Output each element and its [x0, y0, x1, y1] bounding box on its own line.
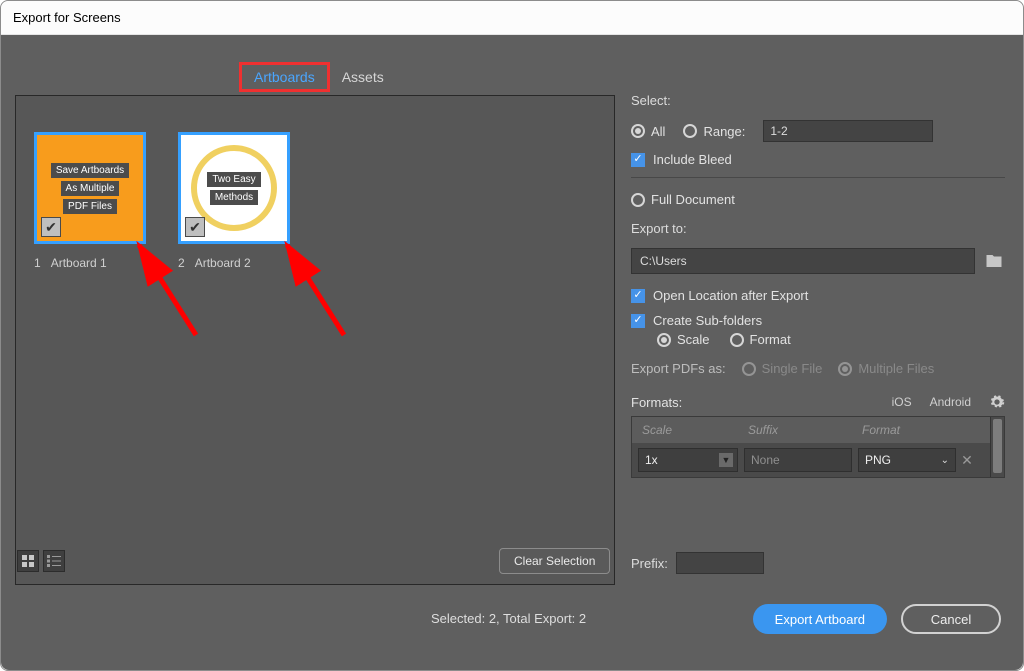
export-pdfs-as-label: Export PDFs as: — [631, 361, 726, 376]
radio-dot-icon — [838, 362, 852, 376]
radio-full-document[interactable]: Full Document — [631, 192, 1005, 207]
scale-value: 1x — [645, 453, 658, 467]
radio-all[interactable]: All — [631, 124, 665, 139]
thumb-selected-check-icon[interactable]: ✔ — [185, 217, 205, 237]
remove-format-button[interactable]: ✕ — [956, 452, 978, 469]
format-row: 1x ▼ None PNG ⌄ ✕ — [632, 443, 990, 477]
formats-heading: Formats: — [631, 395, 682, 410]
radio-dot-icon — [742, 362, 756, 376]
radio-pdf-multiple: Multiple Files — [838, 361, 934, 376]
radio-dot-icon — [631, 124, 645, 138]
radio-subfolder-scale[interactable]: Scale — [657, 332, 710, 347]
artboard-thumb-1[interactable]: Save Artboards As Multiple PDF Files ✔ — [34, 132, 146, 244]
scrollbar[interactable] — [990, 417, 1004, 477]
pdf-single-label: Single File — [762, 361, 823, 376]
tab-artboards[interactable]: Artboards — [239, 62, 330, 92]
checkbox-check-icon: ✓ — [631, 153, 645, 167]
thumb-text: Methods — [210, 190, 258, 205]
pdf-multiple-label: Multiple Files — [858, 361, 934, 376]
thumb-text: Two Easy — [207, 172, 260, 187]
create-subfolders-label: Create Sub-folders — [653, 313, 762, 328]
checkbox-check-icon: ✓ — [631, 314, 645, 328]
tab-assets[interactable]: Assets — [330, 65, 396, 89]
checkbox-open-location[interactable]: ✓ Open Location after Export — [631, 288, 1005, 303]
folder-icon[interactable] — [983, 252, 1005, 270]
col-suffix-header: Suffix — [738, 417, 852, 443]
formats-android-link[interactable]: Android — [930, 395, 971, 409]
chevron-down-icon: ▼ — [719, 453, 733, 467]
prefix-label: Prefix: — [631, 556, 668, 571]
radio-dot-icon — [631, 193, 645, 207]
thumb-label: Artboard 1 — [51, 256, 107, 270]
radio-pdf-single: Single File — [742, 361, 823, 376]
thumb-index: 1 — [34, 256, 41, 270]
cancel-button[interactable]: Cancel — [901, 604, 1001, 634]
window-title: Export for Screens — [1, 1, 1023, 35]
col-format-header: Format — [852, 417, 952, 443]
thumb-selected-check-icon[interactable]: ✔ — [41, 217, 61, 237]
format-value: PNG — [865, 453, 891, 467]
artboard-thumb-2[interactable]: Two Easy Methods ✔ — [178, 132, 290, 244]
suffix-value: None — [751, 453, 780, 467]
radio-dot-icon — [657, 333, 671, 347]
full-document-label: Full Document — [651, 192, 735, 207]
col-scale-header: Scale — [632, 417, 738, 443]
thumb-text: PDF Files — [63, 199, 117, 214]
chevron-down-icon: ⌄ — [941, 455, 949, 466]
radio-subfolder-format[interactable]: Format — [730, 332, 791, 347]
thumb-text: As Multiple — [61, 181, 120, 196]
include-bleed-label: Include Bleed — [653, 152, 732, 167]
subfolder-format-label: Format — [750, 332, 791, 347]
scale-dropdown[interactable]: 1x ▼ — [638, 448, 738, 472]
gear-icon[interactable] — [989, 394, 1005, 410]
radio-all-label: All — [651, 124, 665, 139]
export-artboard-button[interactable]: Export Artboard — [753, 604, 887, 634]
export-to-heading: Export to: — [631, 221, 1005, 236]
export-path-box[interactable]: C:\Users — [631, 248, 975, 274]
range-input[interactable] — [763, 120, 933, 142]
radio-dot-icon — [683, 124, 697, 138]
formats-table: Scale Suffix Format 1x ▼ None PNG ⌄ — [631, 416, 1005, 478]
clear-selection-button[interactable]: Clear Selection — [499, 548, 610, 574]
thumb-text: Save Artboards — [51, 163, 129, 178]
select-heading: Select: — [631, 93, 1005, 108]
view-grid-icon[interactable] — [17, 550, 39, 572]
checkbox-check-icon: ✓ — [631, 289, 645, 303]
prefix-input[interactable] — [676, 552, 764, 574]
view-list-icon[interactable] — [43, 550, 65, 572]
format-dropdown[interactable]: PNG ⌄ — [858, 448, 956, 472]
checkbox-create-subfolders[interactable]: ✓ Create Sub-folders — [631, 313, 1005, 328]
radio-range-label: Range: — [703, 124, 745, 139]
formats-ios-link[interactable]: iOS — [892, 395, 912, 409]
status-text: Selected: 2, Total Export: 2 — [431, 611, 586, 626]
radio-range[interactable]: Range: — [683, 124, 745, 139]
radio-dot-icon — [730, 333, 744, 347]
thumb-index: 2 — [178, 256, 185, 270]
open-location-label: Open Location after Export — [653, 288, 808, 303]
suffix-input[interactable]: None — [744, 448, 852, 472]
checkbox-include-bleed[interactable]: ✓ Include Bleed — [631, 152, 1005, 167]
subfolder-scale-label: Scale — [677, 332, 710, 347]
thumb-label: Artboard 2 — [195, 256, 251, 270]
artboard-preview-pane: Save Artboards As Multiple PDF Files ✔ 1… — [15, 95, 615, 585]
